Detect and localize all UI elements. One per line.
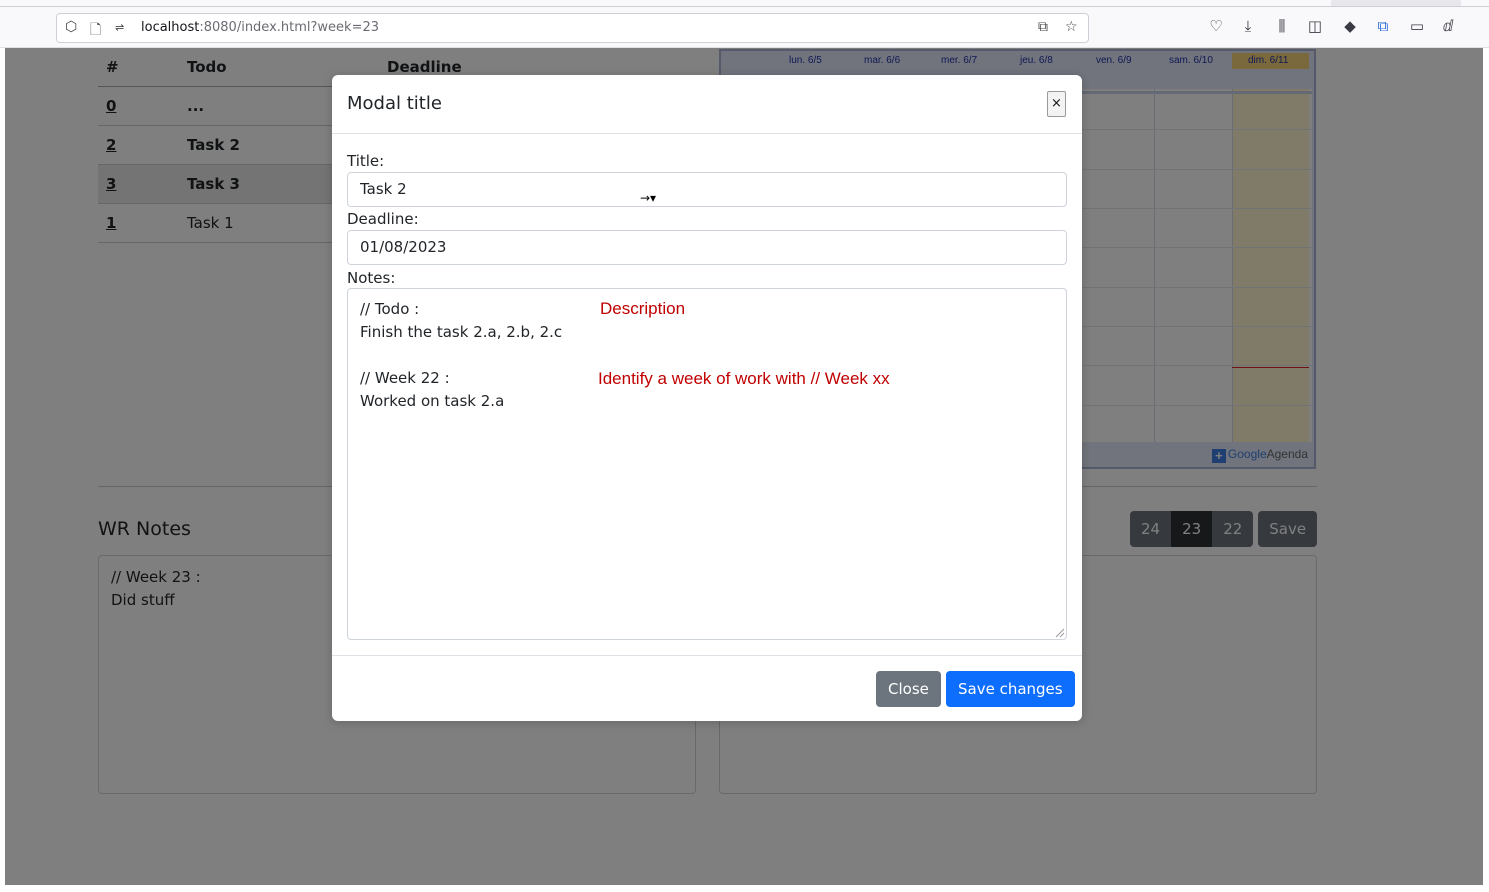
- download-icon[interactable]: ⤓: [1238, 17, 1258, 35]
- edit-task-modal: Modal title × Title: Task 2 →▾ Deadline:…: [332, 75, 1082, 721]
- url-host: localhost: [141, 20, 200, 35]
- window-frame-bottom: [0, 885, 1489, 892]
- modal-header: Modal title ×: [332, 75, 1082, 134]
- modal-footer: Close Save changes: [332, 655, 1082, 721]
- mouse-cursor-icon: →▾: [640, 191, 657, 205]
- sidebar-icon[interactable]: ◫: [1305, 17, 1325, 35]
- title-label: Title:: [347, 152, 385, 170]
- translate-icon[interactable]: ⧉: [1038, 19, 1048, 35]
- extension-2-icon[interactable]: ⅆ: [1438, 17, 1458, 35]
- bookmark-star-icon[interactable]: ☆: [1065, 19, 1078, 35]
- url-text[interactable]: localhost:8080/index.html?week=23: [141, 20, 379, 35]
- save-changes-button[interactable]: Save changes: [946, 671, 1075, 707]
- notes-label: Notes:: [347, 269, 396, 287]
- pocket-icon[interactable]: ♡: [1206, 17, 1226, 35]
- url-path: :8080/index.html?week=23: [199, 20, 380, 35]
- browser-toolbar: ⬡ 🗋 ⇌ localhost:8080/index.html?week=23 …: [0, 0, 1489, 48]
- tab-strip-line: [0, 6, 1489, 7]
- deadline-label: Deadline:: [347, 210, 419, 228]
- window-frame-right: [1483, 48, 1489, 892]
- library-icon[interactable]: ⫼: [1272, 17, 1292, 35]
- description-annotation: Description: [600, 299, 686, 318]
- resize-grip-icon[interactable]: [1055, 628, 1065, 638]
- translate-extension-icon[interactable]: ⧉: [1373, 17, 1393, 35]
- reader-icon[interactable]: ▭: [1407, 17, 1427, 35]
- modal-title: Modal title: [347, 93, 442, 114]
- close-icon[interactable]: ×: [1047, 91, 1066, 117]
- shield-icon[interactable]: ⬡: [65, 19, 77, 35]
- url-bar[interactable]: ⬡ 🗋 ⇌ localhost:8080/index.html?week=23 …: [56, 13, 1089, 43]
- notes-textarea[interactable]: // Todo : Finish the task 2.a, 2.b, 2.c …: [347, 288, 1067, 640]
- deadline-input[interactable]: 01/08/2023: [347, 230, 1067, 265]
- page-icon: 🗋: [90, 22, 102, 38]
- title-input[interactable]: Task 2: [347, 172, 1067, 207]
- tab-strip: [1331, 0, 1461, 6]
- close-button[interactable]: Close: [876, 671, 941, 707]
- week-annotation: Identify a week of work with // Week xx: [598, 369, 890, 388]
- connection-icon[interactable]: ⇌: [115, 21, 124, 34]
- extension-icon[interactable]: ◆: [1340, 17, 1360, 35]
